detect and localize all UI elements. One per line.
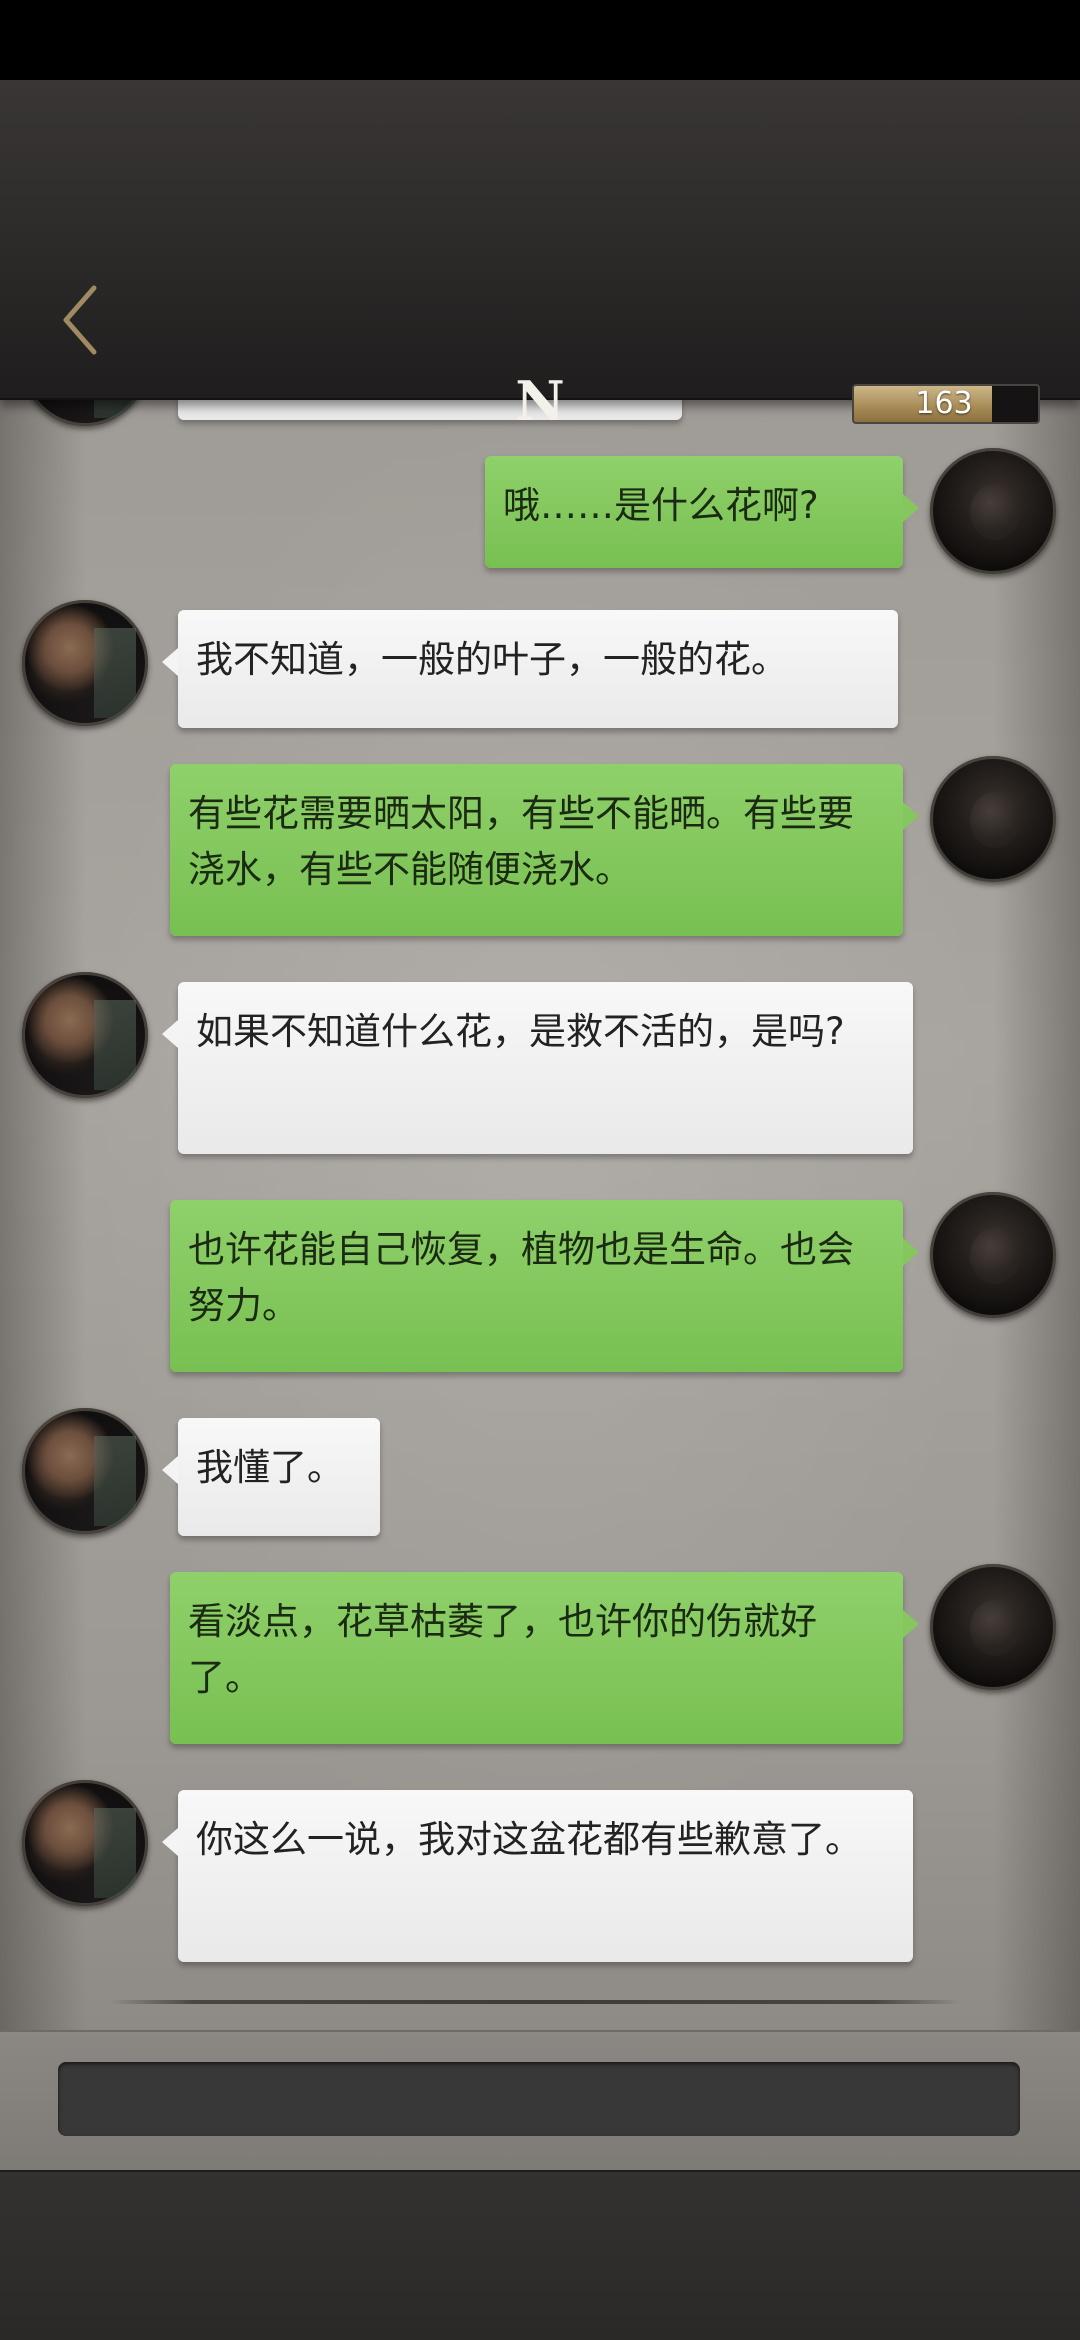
npc-message-bubble: 你这么一说，我对这盆花都有些歉意了。 xyxy=(162,1790,913,1962)
bottom-bar xyxy=(0,2170,1080,2340)
energy-value: 163 xyxy=(915,386,973,421)
chat-area[interactable]: 哦……是什么花啊? 我不知道，一般的叶子，一般的花。 有些花需要晒太阳，有些不能… xyxy=(0,398,1080,2030)
player-message-bubble: 看淡点，花草枯萎了，也许你的伤就好了。 xyxy=(170,1572,919,1744)
npc-message-bubble: 我懂了。 xyxy=(162,1418,380,1536)
player-message-bubble: 哦……是什么花啊? xyxy=(485,456,919,568)
npc-message-bubble: 如果不知道什么花，是救不活的，是吗? xyxy=(162,982,913,1154)
npc-avatar xyxy=(22,398,148,426)
player-avatar xyxy=(930,756,1056,882)
energy-meter: 163 xyxy=(852,384,1040,424)
npc-avatar xyxy=(22,972,148,1098)
contact-name: N xyxy=(515,369,565,433)
back-button[interactable] xyxy=(52,280,112,360)
player-message-bubble: 有些花需要晒太阳，有些不能晒。有些要浇水，有些不能随便浇水。 xyxy=(170,764,919,936)
npc-avatar xyxy=(22,600,148,726)
player-avatar xyxy=(930,1564,1056,1690)
player-avatar xyxy=(930,1192,1056,1318)
status-bar xyxy=(0,0,1080,80)
chat-divider xyxy=(110,2000,960,2004)
player-message-bubble: 也许花能自己恢复，植物也是生命。也会努力。 xyxy=(170,1200,919,1372)
chat-header: N 163 xyxy=(0,80,1080,433)
npc-avatar xyxy=(22,1408,148,1534)
player-avatar xyxy=(930,448,1056,574)
npc-avatar xyxy=(22,1780,148,1906)
reply-panel xyxy=(0,2030,1080,2172)
chevron-left-icon xyxy=(63,285,97,355)
reply-options-box[interactable] xyxy=(58,2062,1020,2136)
app-screen: N 163 哦……是什么花啊? 我不知道，一般的叶子，一般的花。 有些花需要晒太… xyxy=(0,0,1080,2340)
npc-message-bubble: 我不知道，一般的叶子，一般的花。 xyxy=(162,610,898,728)
